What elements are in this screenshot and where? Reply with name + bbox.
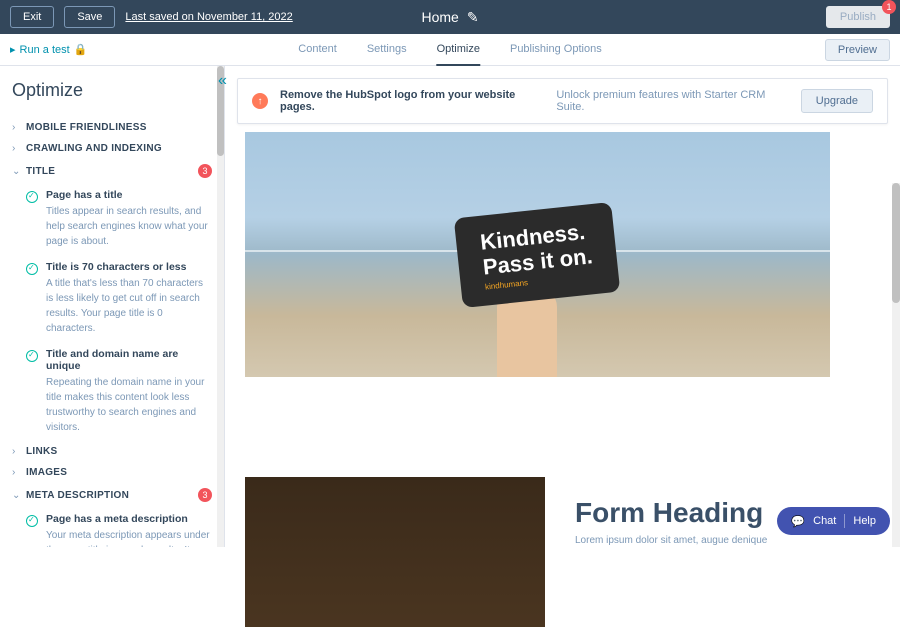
hero-image: Kindness. Pass it on. kindhumans: [245, 132, 830, 377]
chevron-right-icon: ›: [12, 143, 22, 154]
preview-button[interactable]: Preview: [825, 39, 890, 61]
section-links[interactable]: › LINKS: [12, 441, 212, 462]
section-crawling[interactable]: › CRAWLING AND INDEXING: [12, 138, 212, 159]
section-mobile[interactable]: › MOBILE FRIENDLINESS: [12, 117, 212, 138]
upgrade-button[interactable]: Upgrade: [801, 89, 873, 113]
upgrade-banner: ↑ Remove the HubSpot logo from your webs…: [237, 78, 888, 124]
sidebar-scrollbar[interactable]: [217, 66, 224, 547]
tab-content[interactable]: Content: [298, 34, 337, 66]
tab-optimize[interactable]: Optimize: [437, 34, 480, 66]
optimize-sidebar: Optimize › MOBILE FRIENDLINESS › CRAWLIN…: [0, 66, 225, 547]
banner-bold: Remove the HubSpot logo from your websit…: [280, 89, 544, 113]
secondary-image: [245, 477, 545, 627]
arrow-up-icon: ↑: [252, 93, 268, 109]
check-icon: [26, 515, 38, 527]
publish-button[interactable]: Publish 1: [826, 6, 890, 28]
check-icon: [26, 191, 38, 203]
count-badge: 3: [198, 164, 212, 178]
collapse-sidebar-icon[interactable]: «: [218, 72, 236, 90]
chevron-right-icon: ›: [12, 446, 22, 457]
check-has-meta: Page has a meta description Your meta de…: [12, 507, 212, 547]
chevron-down-icon: ⌄: [12, 166, 22, 177]
last-saved-link[interactable]: Last saved on November 11, 2022: [125, 11, 292, 23]
section-meta[interactable]: ⌄ META DESCRIPTION 3: [12, 483, 212, 507]
kindness-card: Kindness. Pass it on. kindhumans: [454, 202, 621, 308]
page-preview[interactable]: Kindness. Pass it on. kindhumans Form He…: [245, 132, 880, 627]
content-area: ↑ Remove the HubSpot logo from your webs…: [225, 66, 900, 547]
chevron-down-icon: ⌄: [12, 490, 22, 501]
section-title[interactable]: ⌄ TITLE 3: [12, 159, 212, 183]
tab-publishing[interactable]: Publishing Options: [510, 34, 602, 66]
banner-sub: Unlock premium features with Starter CRM…: [556, 89, 788, 113]
run-test-link[interactable]: ▸ Run a test 🔒: [10, 43, 87, 56]
exit-button[interactable]: Exit: [10, 6, 54, 28]
form-subtext: Lorem ipsum dolor sit amet, augue deniqu…: [575, 535, 880, 546]
check-page-has-title: Page has a title Titles appear in search…: [12, 183, 212, 255]
page-title: Home: [421, 9, 458, 25]
panel-title: Optimize: [12, 80, 212, 101]
content-scrollbar[interactable]: [892, 183, 900, 547]
publish-badge: 1: [882, 0, 896, 14]
lock-icon: 🔒: [74, 43, 88, 56]
check-title-length: Title is 70 characters or less A title t…: [12, 255, 212, 342]
save-button[interactable]: Save: [64, 6, 115, 28]
tab-settings[interactable]: Settings: [367, 34, 407, 66]
check-icon: [26, 263, 38, 275]
chat-icon: 💬: [791, 515, 805, 528]
check-icon: [26, 350, 38, 362]
chevron-right-icon: ›: [12, 467, 22, 478]
edit-title-icon[interactable]: ✎: [467, 9, 479, 26]
chevron-right-icon: ›: [12, 122, 22, 133]
section-images[interactable]: › IMAGES: [12, 462, 212, 483]
chat-help-widget[interactable]: 💬 Chat Help: [777, 507, 890, 535]
check-title-unique: Title and domain name are unique Repeati…: [12, 342, 212, 441]
count-badge: 3: [198, 488, 212, 502]
